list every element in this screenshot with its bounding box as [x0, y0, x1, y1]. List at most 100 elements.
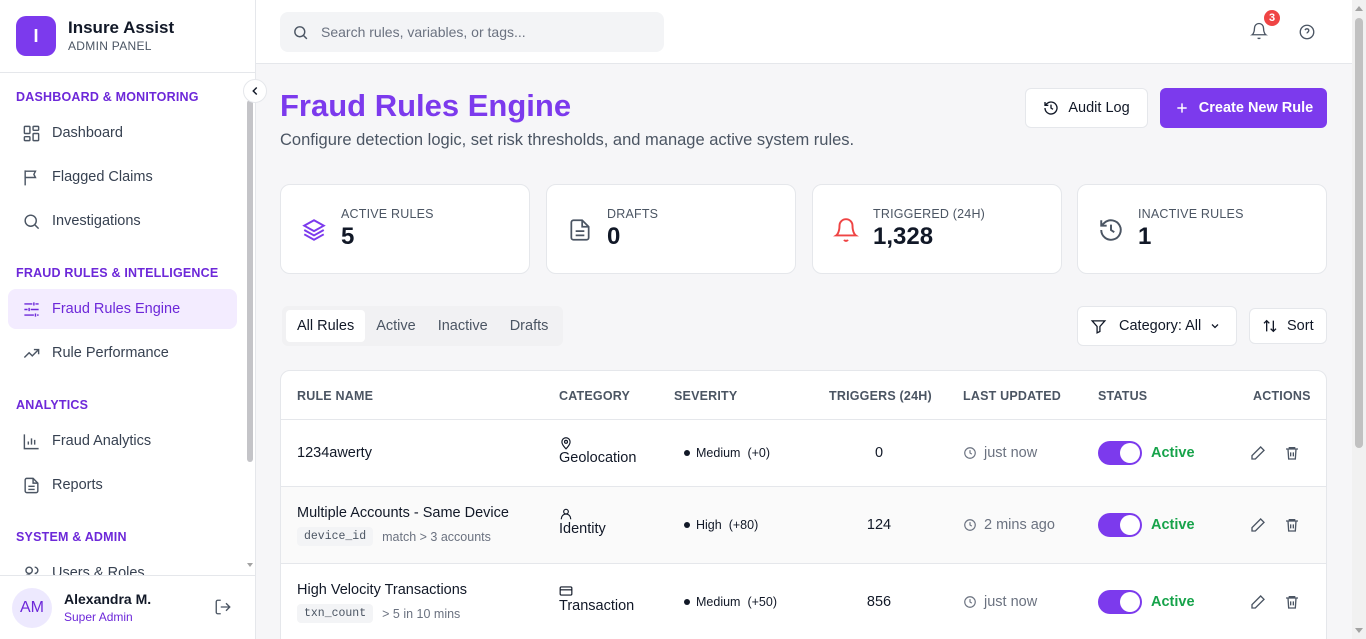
stat-label: DRAFTS: [607, 207, 659, 221]
rule-name[interactable]: 1234awerty: [297, 445, 372, 461]
severity-badge: High (+80): [684, 518, 758, 532]
table-header: [281, 371, 1326, 420]
rule-variable-tag: txn_count: [297, 604, 374, 623]
last-updated: 2 mins ago: [963, 517, 1055, 533]
sidebar-collapse-button[interactable]: [243, 79, 267, 103]
sidebar-item-fraud-analytics[interactable]: Fraud Analytics: [8, 421, 237, 461]
tab-all-rules[interactable]: All Rules: [286, 310, 366, 342]
sidebar: I Insure Assist ADMIN PANEL DASHBOARD & …: [0, 0, 256, 639]
filter-icon: [1090, 318, 1107, 335]
sidebar-item-fraud-rules-engine[interactable]: Fraud Rules Engine: [8, 289, 237, 329]
chevron-left-icon: [248, 84, 262, 98]
sidebar-item-label: Dashboard: [52, 125, 123, 141]
table-row[interactable]: High Velocity Transactions txn_count > 5…: [281, 564, 1326, 639]
grid-icon: [21, 123, 41, 143]
page-scrollbar-thumb[interactable]: [1355, 18, 1363, 448]
severity-badge: Medium (+50): [684, 595, 777, 609]
category-filter-button[interactable]: Category: All: [1077, 306, 1237, 346]
header-rule-name[interactable]: RULE NAME: [297, 371, 373, 420]
row-actions: [1250, 445, 1300, 461]
trash-icon[interactable]: [1284, 445, 1300, 461]
sidebar-item-reports[interactable]: Reports: [8, 465, 237, 505]
last-updated-text: just now: [984, 445, 1038, 461]
page-title: Fraud Rules Engine: [280, 88, 572, 123]
logout-icon[interactable]: [214, 598, 232, 616]
stat-value: 1: [1138, 223, 1152, 250]
category-cell: Transaction: [559, 584, 634, 614]
header-triggers[interactable]: TRIGGERS (24H): [829, 371, 932, 420]
sidebar-item-label: Reports: [52, 477, 103, 493]
trash-icon[interactable]: [1284, 517, 1300, 533]
status-toggle[interactable]: [1098, 513, 1142, 537]
edit-icon[interactable]: [1250, 594, 1266, 610]
search-icon: [21, 211, 41, 231]
sidebar-item-users-roles[interactable]: Users & Roles: [8, 553, 237, 575]
edit-icon[interactable]: [1250, 517, 1266, 533]
map-pin-icon: [559, 436, 636, 450]
search-input[interactable]: [321, 24, 641, 40]
users-icon: [21, 563, 41, 575]
help-icon[interactable]: [1298, 23, 1316, 41]
table-row[interactable]: Multiple Accounts - Same Device device_i…: [281, 487, 1326, 564]
plus-icon: [1174, 100, 1190, 116]
status-label: Active: [1151, 445, 1195, 461]
section-title-system: SYSTEM & ADMIN: [16, 530, 127, 544]
stat-value: 0: [607, 223, 621, 250]
status-toggle[interactable]: [1098, 441, 1142, 465]
sidebar-item-rule-performance[interactable]: Rule Performance: [8, 333, 237, 373]
rule-name-cell: Multiple Accounts - Same Device device_i…: [297, 505, 509, 546]
stat-card-triggered: TRIGGERED (24H) 1,328: [812, 184, 1062, 274]
table-row[interactable]: 1234awerty Geolocation Medium (+0) 0 jus…: [281, 420, 1326, 487]
clock-icon: [963, 446, 977, 460]
tab-drafts[interactable]: Drafts: [499, 310, 560, 342]
tab-inactive[interactable]: Inactive: [427, 310, 499, 342]
flag-icon: [21, 167, 41, 187]
bell-icon: [833, 217, 859, 243]
status-toggle[interactable]: [1098, 590, 1142, 614]
header-category[interactable]: CATEGORY: [559, 371, 630, 420]
section-title-fraud-rules: FRAUD RULES & INTELLIGENCE: [16, 266, 219, 280]
edit-icon[interactable]: [1250, 445, 1266, 461]
chevron-down-icon: [1209, 320, 1221, 332]
brand: I Insure Assist ADMIN PANEL: [0, 0, 255, 73]
rule-name[interactable]: Multiple Accounts - Same Device: [297, 505, 509, 521]
header-severity[interactable]: SEVERITY: [674, 371, 737, 420]
card-icon: [559, 584, 634, 598]
sidebar-item-label: Flagged Claims: [52, 169, 153, 185]
sidebar-item-investigations[interactable]: Investigations: [8, 201, 237, 241]
last-updated-text: just now: [984, 594, 1038, 610]
sidebar-item-dashboard[interactable]: Dashboard: [8, 113, 237, 153]
last-updated: just now: [963, 594, 1037, 610]
severity-badge: Medium (+0): [684, 446, 770, 460]
create-new-rule-button[interactable]: Create New Rule: [1160, 88, 1327, 128]
sidebar-item-label: Fraud Rules Engine: [52, 301, 181, 317]
audit-log-button[interactable]: Audit Log: [1025, 88, 1148, 128]
bar-chart-icon: [21, 431, 41, 451]
header-status[interactable]: STATUS: [1098, 371, 1147, 420]
search-bar[interactable]: [280, 12, 664, 52]
severity-dot: [684, 450, 690, 456]
page-subtitle: Configure detection logic, set risk thre…: [280, 131, 855, 149]
sort-button[interactable]: Sort: [1249, 308, 1327, 344]
stat-value: 1,328: [873, 223, 934, 250]
avatar[interactable]: AM: [12, 587, 52, 628]
user-role: Super Admin: [64, 610, 133, 624]
user-icon: [559, 507, 606, 521]
sidebar-scrollbar[interactable]: [246, 88, 254, 568]
section-title-dashboard: DASHBOARD & MONITORING: [16, 90, 199, 104]
row-actions: [1250, 517, 1300, 533]
trash-icon[interactable]: [1284, 594, 1300, 610]
rule-name[interactable]: High Velocity Transactions: [297, 582, 467, 598]
topbar: 3: [256, 0, 1352, 64]
stat-card-drafts: DRAFTS 0: [546, 184, 796, 274]
sidebar-item-flagged-claims[interactable]: Flagged Claims: [8, 157, 237, 197]
header-last-updated[interactable]: LAST UPDATED: [963, 371, 1061, 420]
main-content: Fraud Rules Engine Configure detection l…: [256, 64, 1352, 639]
sidebar-scrollbar-thumb[interactable]: [247, 100, 253, 462]
tab-active[interactable]: Active: [365, 310, 427, 342]
rule-condition: match > 3 accounts: [382, 529, 491, 544]
severity-dot: [684, 522, 690, 528]
file-icon: [21, 475, 41, 495]
page-scrollbar[interactable]: [1352, 0, 1366, 639]
header-actions: ACTIONS: [1253, 388, 1311, 403]
